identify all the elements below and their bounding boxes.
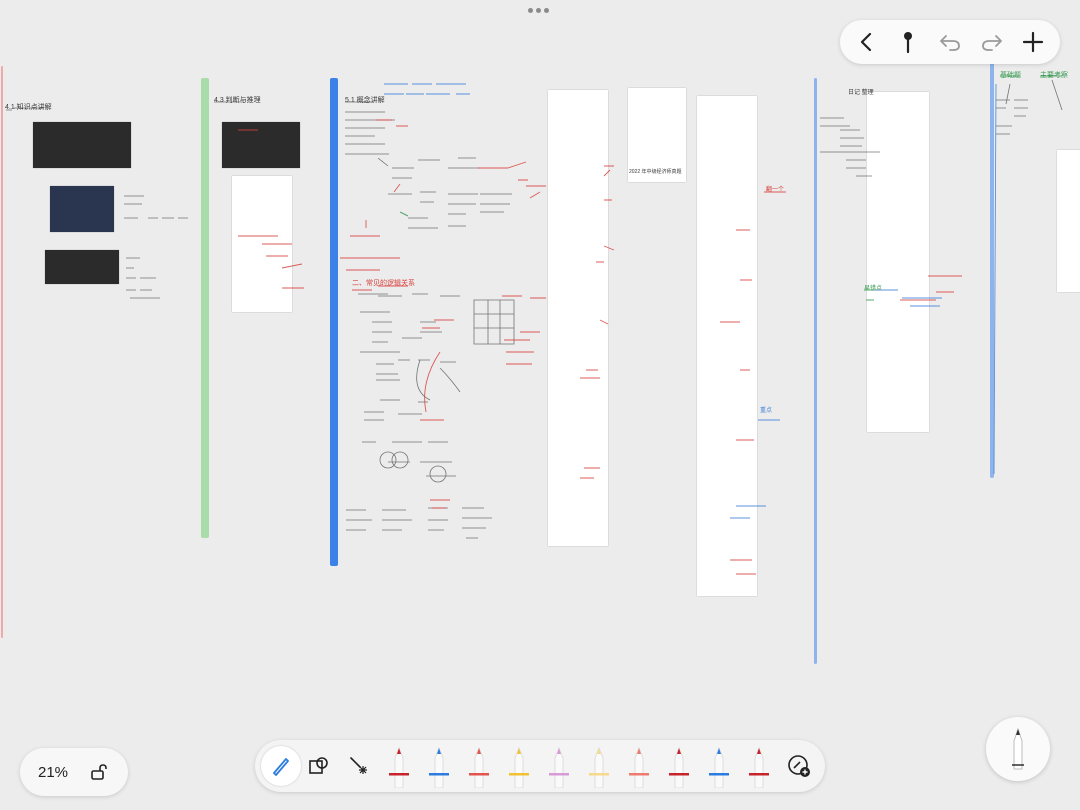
pen-color-9[interactable] bbox=[708, 744, 730, 789]
plus-icon bbox=[1023, 31, 1044, 53]
redo-button[interactable] bbox=[974, 24, 1010, 60]
multitasking-handle[interactable] bbox=[528, 8, 549, 13]
pen-color-6[interactable] bbox=[588, 744, 610, 789]
add-pen-icon bbox=[788, 755, 810, 777]
undo-icon bbox=[940, 35, 960, 51]
marker-icon bbox=[709, 746, 729, 789]
marker-icon bbox=[389, 746, 409, 789]
handwritten-note: 易错点 bbox=[864, 286, 883, 292]
pen-color-10[interactable] bbox=[748, 744, 770, 789]
back-button[interactable] bbox=[849, 24, 885, 60]
drawing-toolbar bbox=[255, 740, 825, 792]
handwritten-note: 主要考察 bbox=[1040, 72, 1068, 79]
pencil-mode-button[interactable] bbox=[986, 717, 1050, 781]
pen-color-7[interactable] bbox=[628, 744, 650, 789]
shapes-tool[interactable] bbox=[299, 746, 339, 786]
redo-icon bbox=[981, 35, 1002, 51]
marker-icon bbox=[509, 746, 529, 789]
unlock-icon[interactable] bbox=[90, 763, 108, 781]
laser-tool[interactable] bbox=[339, 746, 379, 786]
pin-button[interactable] bbox=[890, 24, 926, 60]
marker-icon bbox=[469, 746, 489, 789]
pen-color-4[interactable] bbox=[508, 744, 530, 789]
pen-color-2[interactable] bbox=[428, 744, 450, 789]
handwritten-note: 2022 年中级经济师真题 bbox=[629, 169, 682, 175]
handwritten-note: 翻一个 bbox=[766, 187, 785, 193]
marker-icon bbox=[749, 746, 769, 789]
chevron-left-icon bbox=[860, 32, 871, 52]
whiteboard-canvas[interactable]: 4.1 知识点讲解 4.3 判断与推理 5.1 概念讲解 二、常见的逻辑关系 2… bbox=[0, 0, 1080, 810]
pen-color-8[interactable] bbox=[668, 744, 690, 789]
handwritten-note: 日记 整理 bbox=[848, 90, 874, 96]
marker-icon bbox=[549, 746, 569, 789]
marker-icon bbox=[669, 746, 689, 789]
ink-scribbles bbox=[6, 75, 1063, 575]
handwritten-note: 基础题 bbox=[1000, 72, 1021, 79]
pin-icon bbox=[904, 32, 913, 54]
handwritten-note: 4.3 判断与推理 bbox=[214, 97, 261, 104]
handwritten-note: 二、常见的逻辑关系 bbox=[352, 280, 415, 287]
add-button[interactable] bbox=[1015, 24, 1051, 60]
pen-color-5[interactable] bbox=[548, 744, 570, 789]
shapes-icon bbox=[309, 757, 328, 774]
pen-color-3[interactable] bbox=[468, 744, 490, 789]
handwritten-note: 重点 bbox=[760, 408, 773, 414]
marker-icon bbox=[629, 746, 649, 789]
pencil-icon bbox=[1012, 727, 1024, 770]
marker-icon bbox=[429, 746, 449, 789]
handwritten-note: 4.1 知识点讲解 bbox=[5, 104, 52, 111]
pen-icon bbox=[273, 758, 289, 776]
laser-pointer-icon bbox=[350, 757, 367, 774]
pen-tool[interactable] bbox=[261, 746, 301, 786]
add-pen-button[interactable] bbox=[779, 746, 819, 786]
pen-color-1[interactable] bbox=[388, 744, 410, 789]
marker-icon bbox=[589, 746, 609, 789]
undo-button[interactable] bbox=[932, 24, 968, 60]
handwritten-note: 5.1 概念讲解 bbox=[345, 97, 385, 104]
top-toolbar bbox=[840, 20, 1060, 64]
zoom-control[interactable]: 21% bbox=[20, 748, 128, 796]
zoom-level[interactable]: 21% bbox=[38, 764, 90, 781]
